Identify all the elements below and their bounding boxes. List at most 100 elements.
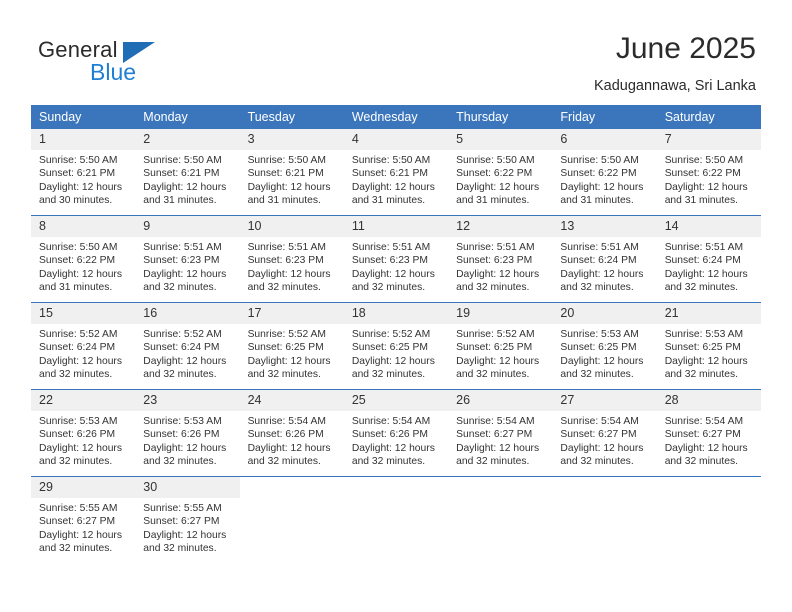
sunrise-text: Sunrise: 5:50 AM bbox=[143, 155, 222, 166]
day-number-placeholder bbox=[344, 477, 448, 498]
day-details: Sunrise: 5:51 AM Sunset: 6:23 PM Daylight:… bbox=[135, 237, 239, 295]
sunset-text: Sunset: 6:21 PM bbox=[247, 168, 324, 180]
calendar-day-cell[interactable]: 28 Sunrise: 5:54 AM Sunset: 6:27 PM Dayligh… bbox=[656, 389, 761, 477]
calendar-day-cell[interactable]: 9 Sunrise: 5:51 AM Sunset: 6:23 PM Daylight… bbox=[135, 215, 240, 303]
day-number: 20 bbox=[552, 303, 657, 324]
daylight-text-line2: and 32 minutes. bbox=[39, 456, 113, 468]
sunrise-text: Sunrise: 5:54 AM bbox=[456, 416, 535, 427]
day-details: Sunrise: 5:51 AM Sunset: 6:24 PM Daylight:… bbox=[552, 237, 656, 295]
calendar-day-cell[interactable]: 18 Sunrise: 5:52 AM Sunset: 6:25 PM Dayligh… bbox=[343, 302, 449, 390]
calendar-day-cell[interactable]: 5 Sunrise: 5:50 AM Sunset: 6:22 PM Daylight… bbox=[448, 129, 553, 216]
weekday-header-sunday: Sunday bbox=[31, 105, 136, 129]
day-number: 15 bbox=[31, 303, 136, 324]
calendar-day-cell[interactable]: 26 Sunrise: 5:54 AM Sunset: 6:27 PM Dayligh… bbox=[448, 389, 553, 477]
day-details: Sunrise: 5:54 AM Sunset: 6:27 PM Daylight:… bbox=[657, 411, 761, 469]
calendar-day-cell[interactable]: 6 Sunrise: 5:50 AM Sunset: 6:22 PM Daylight… bbox=[552, 129, 657, 216]
daylight-text-line1: Daylight: 12 hours bbox=[560, 268, 644, 280]
daylight-text-line2: and 32 minutes. bbox=[143, 456, 217, 468]
day-number: 2 bbox=[135, 129, 240, 150]
calendar-day-cell[interactable]: 27 Sunrise: 5:54 AM Sunset: 6:27 PM Dayligh… bbox=[552, 389, 657, 477]
calendar-week-row: 15 Sunrise: 5:52 AM Sunset: 6:24 PM Dayligh… bbox=[31, 302, 761, 390]
daylight-text-line1: Daylight: 12 hours bbox=[664, 442, 748, 454]
sunset-text: Sunset: 6:25 PM bbox=[664, 342, 741, 354]
daylight-text-line2: and 32 minutes. bbox=[456, 369, 530, 381]
day-details: Sunrise: 5:52 AM Sunset: 6:25 PM Daylight:… bbox=[240, 324, 344, 382]
calendar-day-cell[interactable]: 12 Sunrise: 5:51 AM Sunset: 6:23 PM Dayligh… bbox=[448, 215, 553, 303]
day-number: 30 bbox=[135, 477, 240, 498]
page-subtitle-location: Kadugannawa, Sri Lanka bbox=[593, 78, 756, 94]
calendar-day-cell[interactable]: 24 Sunrise: 5:54 AM Sunset: 6:26 PM Dayligh… bbox=[239, 389, 344, 477]
sunrise-text: Sunrise: 5:51 AM bbox=[143, 242, 222, 253]
calendar-day-cell[interactable]: 13 Sunrise: 5:51 AM Sunset: 6:24 PM Dayligh… bbox=[552, 215, 657, 303]
sunrise-text: Sunrise: 5:50 AM bbox=[247, 155, 326, 166]
day-number-placeholder bbox=[240, 477, 344, 498]
sunset-text: Sunset: 6:23 PM bbox=[247, 255, 324, 267]
calendar-day-cell[interactable]: 23 Sunrise: 5:53 AM Sunset: 6:26 PM Dayligh… bbox=[135, 389, 240, 477]
sunset-text: Sunset: 6:25 PM bbox=[351, 342, 428, 354]
calendar-day-cell[interactable]: 30 Sunrise: 5:55 AM Sunset: 6:27 PM Dayligh… bbox=[135, 476, 240, 563]
sunrise-text: Sunrise: 5:52 AM bbox=[39, 329, 118, 340]
calendar-day-cell[interactable]: 4 Sunrise: 5:50 AM Sunset: 6:21 PM Daylight… bbox=[343, 129, 449, 216]
weekday-header-saturday: Saturday bbox=[656, 105, 761, 129]
daylight-text-line1: Daylight: 12 hours bbox=[143, 268, 227, 280]
calendar-day-cell[interactable]: 2 Sunrise: 5:50 AM Sunset: 6:21 PM Daylight… bbox=[135, 129, 240, 216]
calendar-day-cell[interactable]: 8 Sunrise: 5:50 AM Sunset: 6:22 PM Daylight… bbox=[31, 215, 136, 303]
daylight-text-line2: and 32 minutes. bbox=[143, 282, 217, 294]
sunrise-text: Sunrise: 5:53 AM bbox=[560, 329, 639, 340]
day-details: Sunrise: 5:54 AM Sunset: 6:26 PM Daylight:… bbox=[344, 411, 448, 469]
sunset-text: Sunset: 6:21 PM bbox=[351, 168, 428, 180]
sunset-text: Sunset: 6:23 PM bbox=[143, 255, 220, 267]
day-details: Sunrise: 5:52 AM Sunset: 6:24 PM Daylight:… bbox=[135, 324, 239, 382]
day-number: 9 bbox=[135, 216, 240, 237]
day-details: Sunrise: 5:50 AM Sunset: 6:22 PM Daylight:… bbox=[31, 237, 135, 295]
sunset-text: Sunset: 6:21 PM bbox=[39, 168, 116, 180]
calendar-day-cell[interactable]: 17 Sunrise: 5:52 AM Sunset: 6:25 PM Dayligh… bbox=[239, 302, 344, 390]
sunrise-text: Sunrise: 5:55 AM bbox=[39, 503, 118, 514]
daylight-text-line2: and 32 minutes. bbox=[664, 369, 738, 381]
calendar-day-cell[interactable]: 1 Sunrise: 5:50 AM Sunset: 6:21 PM Daylight… bbox=[31, 129, 136, 216]
sunrise-text: Sunrise: 5:54 AM bbox=[560, 416, 639, 427]
calendar-day-cell[interactable]: 25 Sunrise: 5:54 AM Sunset: 6:26 PM Dayligh… bbox=[343, 389, 449, 477]
daylight-text-line2: and 31 minutes. bbox=[456, 195, 530, 207]
daylight-text-line2: and 32 minutes. bbox=[247, 456, 321, 468]
sunset-text: Sunset: 6:22 PM bbox=[664, 168, 741, 180]
day-number: 13 bbox=[552, 216, 657, 237]
sunset-text: Sunset: 6:27 PM bbox=[456, 429, 533, 441]
calendar-day-cell[interactable]: 3 Sunrise: 5:50 AM Sunset: 6:21 PM Daylight… bbox=[239, 129, 344, 216]
sunset-text: Sunset: 6:27 PM bbox=[664, 429, 741, 441]
sunrise-text: Sunrise: 5:50 AM bbox=[456, 155, 535, 166]
daylight-text-line1: Daylight: 12 hours bbox=[247, 181, 331, 193]
calendar-day-cell[interactable]: 10 Sunrise: 5:51 AM Sunset: 6:23 PM Dayligh… bbox=[239, 215, 344, 303]
day-number: 7 bbox=[656, 129, 761, 150]
daylight-text-line1: Daylight: 12 hours bbox=[560, 181, 644, 193]
day-details: Sunrise: 5:50 AM Sunset: 6:22 PM Daylight:… bbox=[657, 150, 761, 208]
day-details: Sunrise: 5:52 AM Sunset: 6:25 PM Daylight:… bbox=[448, 324, 552, 382]
daylight-text-line1: Daylight: 12 hours bbox=[143, 181, 227, 193]
calendar-day-cell[interactable]: 15 Sunrise: 5:52 AM Sunset: 6:24 PM Dayligh… bbox=[31, 302, 136, 390]
calendar-day-cell[interactable]: 29 Sunrise: 5:55 AM Sunset: 6:27 PM Dayligh… bbox=[31, 476, 136, 563]
calendar-day-cell[interactable]: 16 Sunrise: 5:52 AM Sunset: 6:24 PM Dayligh… bbox=[135, 302, 240, 390]
calendar-day-cell[interactable]: 11 Sunrise: 5:51 AM Sunset: 6:23 PM Dayligh… bbox=[343, 215, 449, 303]
calendar-day-cell[interactable]: 21 Sunrise: 5:53 AM Sunset: 6:25 PM Dayligh… bbox=[656, 302, 761, 390]
sunrise-text: Sunrise: 5:50 AM bbox=[39, 155, 118, 166]
calendar-day-cell[interactable]: 7 Sunrise: 5:50 AM Sunset: 6:22 PM Daylight… bbox=[656, 129, 761, 216]
calendar-day-cell[interactable]: 22 Sunrise: 5:53 AM Sunset: 6:26 PM Dayligh… bbox=[31, 389, 136, 477]
sunrise-text: Sunrise: 5:50 AM bbox=[39, 242, 118, 253]
day-number-placeholder bbox=[552, 477, 656, 498]
day-number: 27 bbox=[552, 390, 657, 411]
calendar-day-cell[interactable]: 19 Sunrise: 5:52 AM Sunset: 6:25 PM Dayligh… bbox=[448, 302, 553, 390]
day-number: 21 bbox=[656, 303, 761, 324]
daylight-text-line2: and 30 minutes. bbox=[39, 195, 113, 207]
daylight-text-line2: and 31 minutes. bbox=[39, 282, 113, 294]
sunset-text: Sunset: 6:25 PM bbox=[247, 342, 324, 354]
day-details: Sunrise: 5:54 AM Sunset: 6:27 PM Daylight:… bbox=[448, 411, 552, 469]
day-details: Sunrise: 5:51 AM Sunset: 6:23 PM Daylight:… bbox=[344, 237, 448, 295]
daylight-text-line1: Daylight: 12 hours bbox=[351, 268, 435, 280]
calendar-page: General Blue June 2025 Kadugannawa, Sri … bbox=[0, 0, 792, 612]
day-details: Sunrise: 5:50 AM Sunset: 6:21 PM Daylight:… bbox=[135, 150, 239, 208]
sunrise-text: Sunrise: 5:51 AM bbox=[560, 242, 639, 253]
sunrise-text: Sunrise: 5:51 AM bbox=[664, 242, 744, 253]
calendar-day-cell[interactable]: 20 Sunrise: 5:53 AM Sunset: 6:25 PM Dayligh… bbox=[552, 302, 657, 390]
weekday-header-thursday: Thursday bbox=[448, 105, 553, 129]
calendar-day-cell[interactable]: 14 Sunrise: 5:51 AM Sunset: 6:24 PM Dayligh… bbox=[656, 215, 761, 303]
